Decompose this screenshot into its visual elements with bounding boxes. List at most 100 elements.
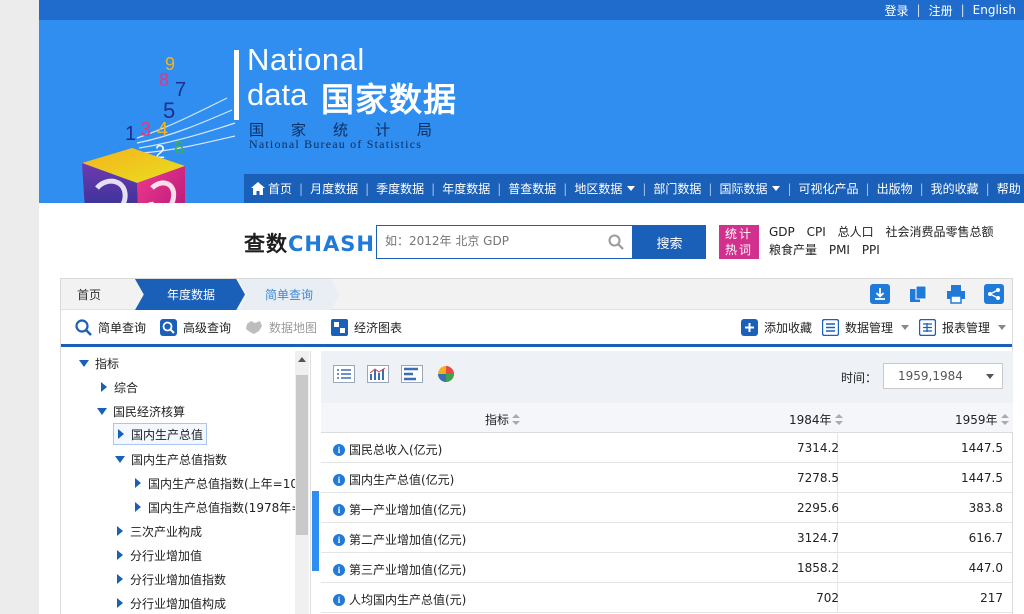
horizontal-bar-icon[interactable] [401,365,423,383]
sort-icon[interactable] [834,413,843,426]
hot-word-link[interactable]: PPI [862,243,880,257]
nav-item-home[interactable]: 首页 [244,180,299,197]
breadcrumb-simple-query[interactable]: 简单查询 [239,279,339,310]
row-indicator-name: 人均国内生产总值(元) [349,593,467,607]
data-map-button[interactable]: 数据地图 [245,319,317,336]
info-icon[interactable]: i [333,503,345,516]
simple-query-button[interactable]: 简单查询 [75,319,146,336]
sort-icon[interactable] [512,413,521,426]
nav-item-visualization[interactable]: 可视化产品 [792,180,866,197]
separator: | [916,3,921,17]
tree-scrollbar[interactable] [295,351,309,614]
tree-node[interactable]: 国民经济核算 [97,400,185,422]
table-view-icon[interactable] [333,365,355,383]
tree-node[interactable]: 分行业增加值指数 [117,568,226,590]
breadcrumb-home[interactable]: 首页 [61,279,141,310]
nav-item-regional[interactable]: 地区数据 [567,180,642,197]
collapsed-arrow-icon [117,526,123,536]
info-icon[interactable]: i [333,443,345,456]
tree-node[interactable]: 三次产业构成 [117,520,202,542]
data-manage-dropdown[interactable]: 数据管理 [821,319,909,336]
info-icon[interactable]: i [333,473,345,486]
cell-value: 7314.2 [797,441,839,455]
add-favorite-button[interactable]: 添加收藏 [740,319,812,336]
hot-word-link[interactable]: GDP [769,225,795,239]
column-header-1984[interactable]: 1984年 [789,411,843,428]
cell-value: 383.8 [968,501,1003,515]
hot-words-list: GDP CPI 总人口 社会消费品零售总额 粮食产量 PMI PPI [769,223,1019,259]
scroll-up-icon[interactable] [298,357,306,362]
download-icon[interactable] [870,284,890,304]
nav-item-favorites[interactable]: 我的收藏 [924,180,986,197]
nav-item-help[interactable]: 帮助 [990,180,1024,197]
bar-chart-icon[interactable] [367,365,389,383]
cell-value: 447.0 [968,561,1003,575]
sort-icon[interactable] [1000,413,1009,426]
map-icon [246,321,263,334]
toolbar-label: 数据地图 [269,321,318,335]
nav-item-department[interactable]: 部门数据 [646,180,708,197]
table-row: i 第一产业增加值(亿元) 2295.6 383.8 [321,493,1013,523]
info-icon[interactable]: i [333,593,345,606]
pie-chart-icon[interactable] [435,365,457,383]
tree-node-selected[interactable]: 国内生产总值 [113,423,208,445]
nav-item-label: 国际数据 [719,182,768,196]
row-indicator-name: 第一产业增加值(亿元) [349,503,467,517]
breadcrumb-annual-data[interactable]: 年度数据 [135,279,245,310]
collapsed-arrow-icon [135,502,141,512]
nav-item-publications[interactable]: 出版物 [870,180,920,197]
login-link[interactable]: 登录 [877,2,917,19]
tree-node-root[interactable]: 指标 [79,352,119,374]
info-icon[interactable]: i [333,533,345,546]
tree-node[interactable]: 分行业增加值 [117,544,202,566]
nav-item-international[interactable]: 国际数据 [712,180,787,197]
nav-item-label: 普查数据 [508,182,557,196]
tree-node-label: 国内生产总值 [131,427,204,442]
hot-word-link[interactable]: 社会消费品零售总额 [885,225,993,239]
tree-node[interactable]: 国内生产总值指数 [115,448,227,470]
econ-chart-button[interactable]: 经济图表 [331,319,402,336]
nav-item-census[interactable]: 普查数据 [501,180,563,197]
cell-value: 7278.5 [797,471,839,485]
scroll-thumb[interactable] [296,375,308,535]
expanded-arrow-icon [97,407,107,415]
indicator-tree: 指标 综合 国民经济核算 国内生产总值 国内生产总值指数 国内生产总值指数(上年… [61,351,311,614]
hot-word-link[interactable]: PMI [829,243,850,257]
hot-word-link[interactable]: CPI [807,225,826,239]
english-link[interactable]: English [965,3,1024,17]
toolbar-label: 简单查询 [98,321,147,335]
copy-icon[interactable] [908,284,928,304]
chashu-logo-cn: 查数 [244,232,288,256]
register-link[interactable]: 注册 [921,2,961,19]
time-select[interactable]: 1959,1984 [883,363,1003,389]
toolbar-label: 数据管理 [844,321,893,335]
tree-node[interactable]: 分行业增加值构成 [117,592,226,614]
search-icon[interactable] [608,234,624,250]
advanced-query-button[interactable]: 高级查询 [160,319,231,336]
tree-node[interactable]: 综合 [101,376,138,398]
column-header-indicator[interactable]: 指标 [485,411,521,428]
bureau-name-en: National Bureau of Statistics [249,137,423,151]
search-button[interactable]: 搜索 [633,225,706,259]
table-row: i 国民总收入(亿元) 7314.2 1447.5 [321,433,1013,463]
hot-word-link[interactable]: 粮食产量 [769,243,817,257]
list-icon [821,319,839,336]
nav-item-quarterly[interactable]: 季度数据 [369,180,431,197]
nav-item-annual[interactable]: 年度数据 [435,180,497,197]
search-input[interactable] [377,226,597,256]
report-manage-dropdown[interactable]: 报表管理 [918,319,1006,336]
tree-node[interactable]: 国内生产总值指数(上年=10 [135,472,298,494]
hot-word-link[interactable]: 总人口 [838,225,874,239]
collapsed-arrow-icon [118,429,124,439]
info-icon[interactable]: i [333,563,345,576]
nav-item-monthly[interactable]: 月度数据 [303,180,365,197]
tree-node[interactable]: 国内生产总值指数(1978年= [135,496,301,518]
column-header-1959[interactable]: 1959年 [955,411,1009,428]
expanded-arrow-icon [115,455,125,463]
print-icon[interactable] [946,284,966,304]
panel-resize-handle[interactable] [312,491,319,571]
share-icon[interactable] [984,284,1004,304]
nav-item-label: 首页 [268,182,293,196]
breadcrumb: 首页 年度数据 简单查询 [61,279,1012,310]
plus-icon [740,319,758,336]
